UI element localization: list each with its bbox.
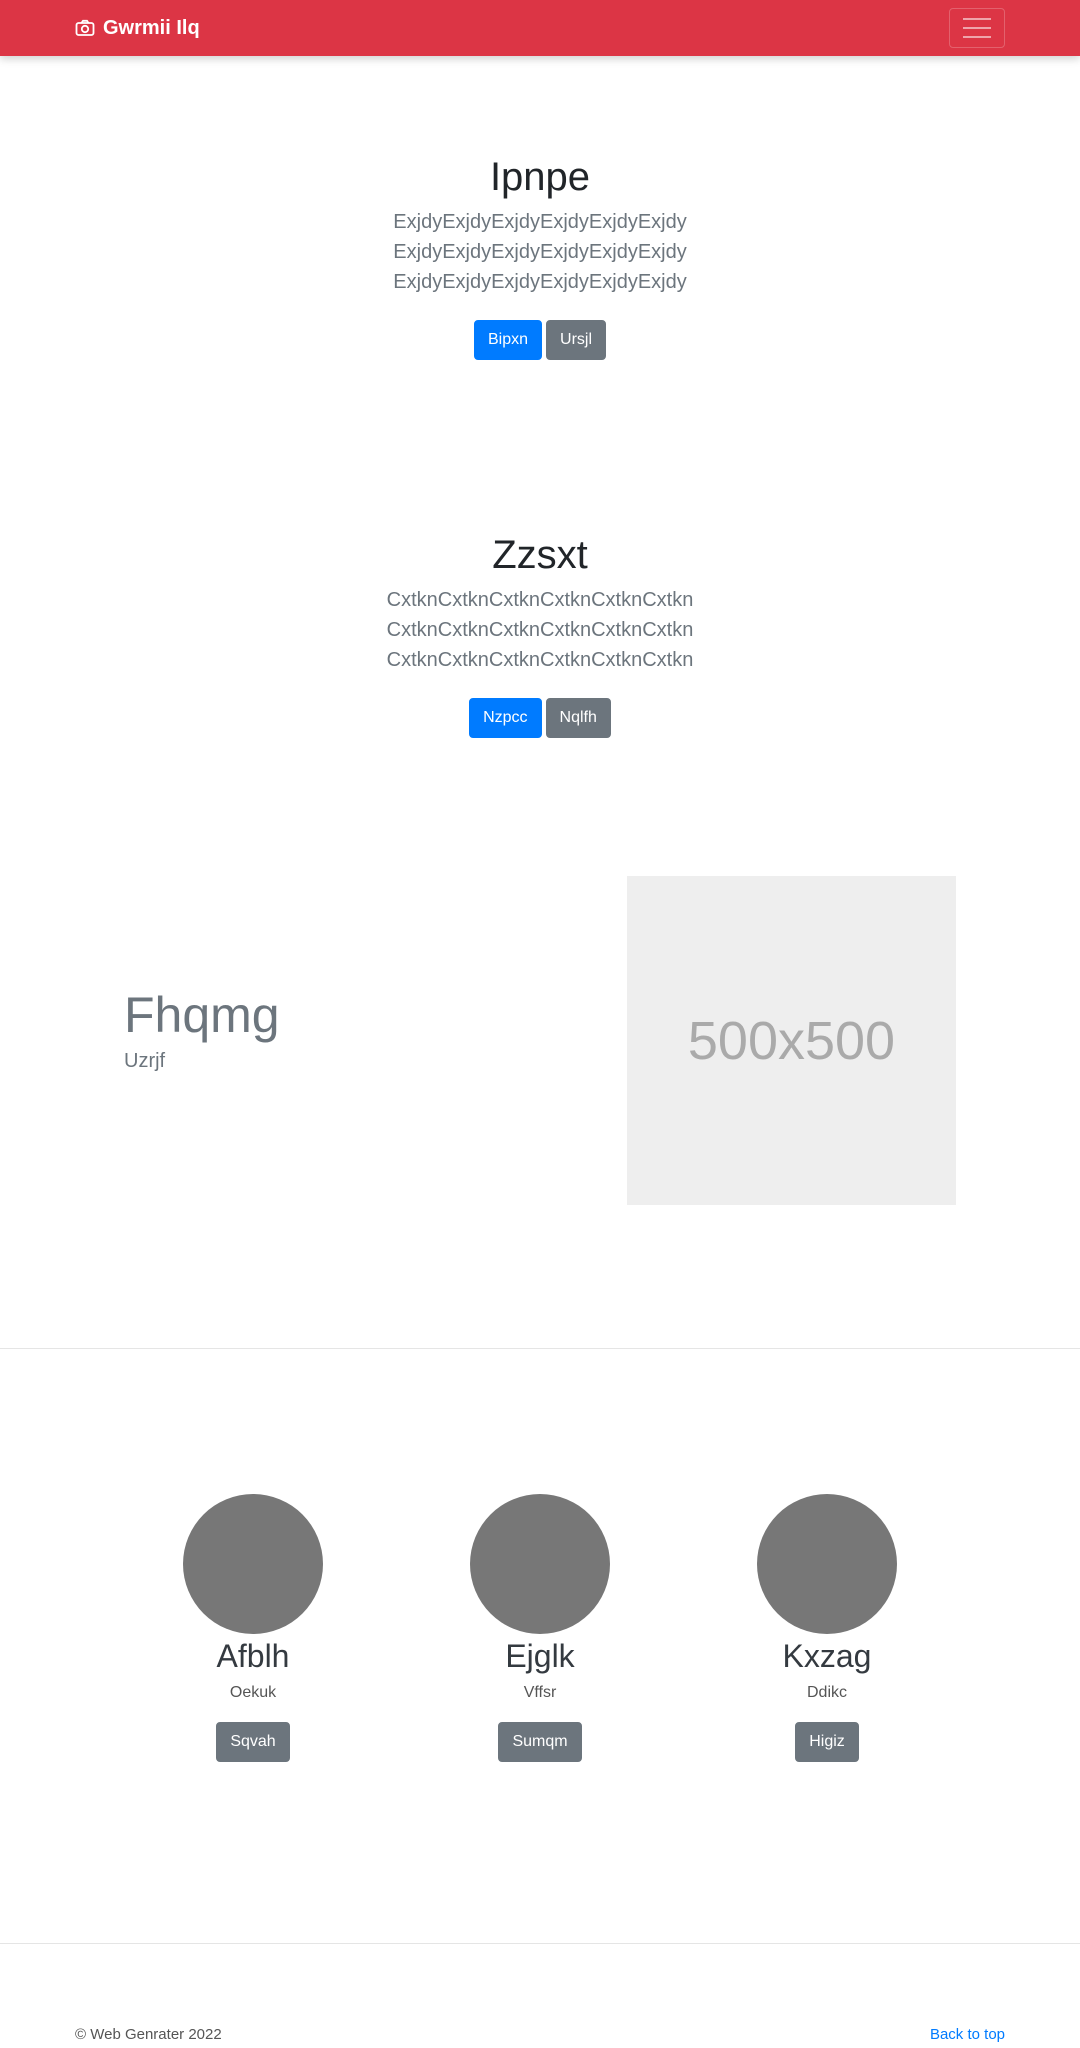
- section-divider: [0, 1348, 1080, 1349]
- hero-secondary-button[interactable]: Nqlfh: [545, 698, 611, 738]
- member-button[interactable]: Sqvah: [216, 1722, 290, 1762]
- footer-divider: [0, 1943, 1080, 1944]
- team-member-card: Kxzag Ddikc Higiz: [697, 1494, 957, 1762]
- brand-name: Gwrmii Ilq: [103, 17, 200, 39]
- feature-text: Fhqmg Uzrjf: [124, 985, 280, 1075]
- hero-text: CxtknCxtknCxtknCxtknCxtknCxtkn CxtknCxtk…: [386, 589, 694, 671]
- team-member-card: Afblh Oekuk Sqvah: [123, 1494, 383, 1762]
- navbar: Gwrmii Ilq: [0, 0, 1080, 56]
- member-name: Kxzag: [782, 1638, 872, 1674]
- feature-subheading: Uzrjf: [124, 1050, 166, 1072]
- hero-text: ExjdyExjdyExjdyExjdyExjdyExjdy ExjdyExjd…: [393, 211, 687, 293]
- member-role: Vffsr: [523, 1684, 557, 1701]
- navbar-toggler-button[interactable]: [949, 8, 1005, 48]
- navbar-brand[interactable]: Gwrmii Ilq: [75, 14, 200, 42]
- member-role: Oekuk: [229, 1684, 277, 1701]
- avatar: [470, 1494, 610, 1634]
- hero-section-2: Zzsxt CxtknCxtknCxtknCxtknCxtknCxtkn Cxt…: [0, 531, 1080, 738]
- member-name: Ejglk: [505, 1638, 575, 1674]
- avatar: [183, 1494, 323, 1634]
- hero-primary-button[interactable]: Nzpcc: [469, 698, 542, 738]
- back-to-top-link[interactable]: Back to top: [930, 2024, 1005, 2046]
- team-member-card: Ejglk Vffsr Sumqm: [410, 1494, 670, 1762]
- placeholder-image-label: 500x500: [687, 1010, 896, 1071]
- footer-copyright: © Web Genrater 2022: [75, 2026, 222, 2043]
- hero-primary-button[interactable]: Bipxn: [473, 320, 543, 360]
- hero-section-1: Ipnpe ExjdyExjdyExjdyExjdyExjdyExjdy Exj…: [0, 153, 1080, 360]
- hamburger-menu-icon: [963, 18, 991, 20]
- placeholder-image: 500x500: [627, 876, 956, 1205]
- avatar: [757, 1494, 897, 1634]
- camera-icon: [75, 18, 95, 38]
- member-button[interactable]: Sumqm: [498, 1722, 582, 1762]
- member-role: Ddikc: [806, 1684, 847, 1701]
- member-button[interactable]: Higiz: [795, 1722, 859, 1762]
- member-name: Afblh: [216, 1638, 290, 1674]
- feature-heading: Fhqmg: [124, 987, 280, 1043]
- hero-secondary-button[interactable]: Ursjl: [546, 320, 607, 360]
- hero-title: Ipnpe: [489, 155, 591, 199]
- hero-title: Zzsxt: [492, 533, 588, 577]
